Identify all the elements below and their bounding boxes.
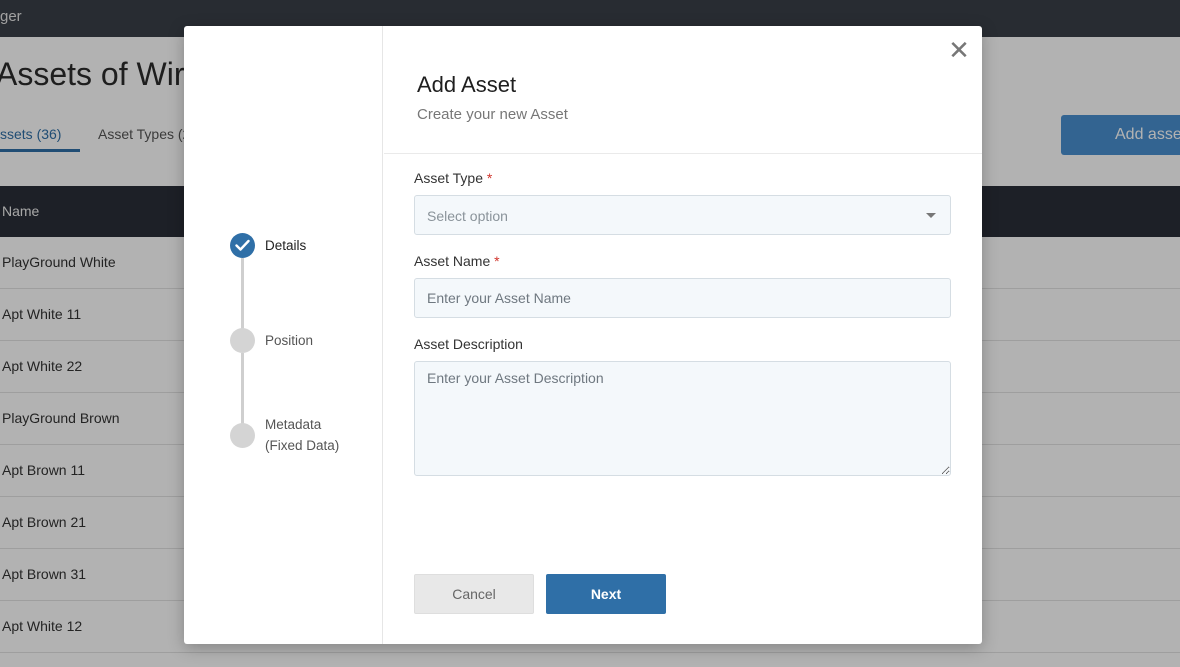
- step-label-metadata-line1: Metadata: [265, 417, 322, 432]
- asset-type-select-placeholder: Select option: [427, 208, 508, 224]
- modal-subtitle: Create your new Asset: [417, 106, 568, 123]
- asset-type-label-text: Asset Type: [414, 170, 484, 186]
- step-pending-icon: [230, 423, 255, 448]
- modal-content: ✕ Add Asset Create your new Asset Asset …: [384, 26, 982, 644]
- asset-name-label-text: Asset Name: [414, 253, 491, 269]
- step-label-details: Details: [265, 238, 307, 253]
- required-marker: *: [494, 253, 500, 269]
- step-label-metadata: Metadata (Fixed Data): [265, 414, 339, 456]
- step-done-check-icon: [230, 233, 255, 258]
- step-label-position: Position: [265, 333, 314, 348]
- asset-description-label: Asset Description: [414, 336, 523, 352]
- asset-type-label: Asset Type *: [414, 170, 492, 186]
- step-label-metadata-line2: (Fixed Data): [265, 438, 340, 453]
- add-asset-modal: Details Position Metadata (Fixed Data) ✕…: [184, 26, 982, 644]
- header-divider: [384, 153, 982, 154]
- asset-name-input[interactable]: [414, 278, 951, 318]
- asset-type-select[interactable]: Select option: [414, 195, 951, 235]
- chevron-down-icon: [926, 213, 936, 218]
- asset-description-textarea[interactable]: [414, 361, 951, 476]
- modal-title: Add Asset: [417, 72, 517, 97]
- next-button[interactable]: Next: [546, 574, 666, 614]
- wizard-stepper: Details Position Metadata (Fixed Data): [184, 26, 383, 644]
- cancel-button[interactable]: Cancel: [414, 574, 534, 614]
- close-icon[interactable]: ✕: [946, 38, 972, 64]
- asset-name-label: Asset Name *: [414, 253, 500, 269]
- step-pending-icon: [230, 328, 255, 353]
- required-marker: *: [486, 170, 493, 186]
